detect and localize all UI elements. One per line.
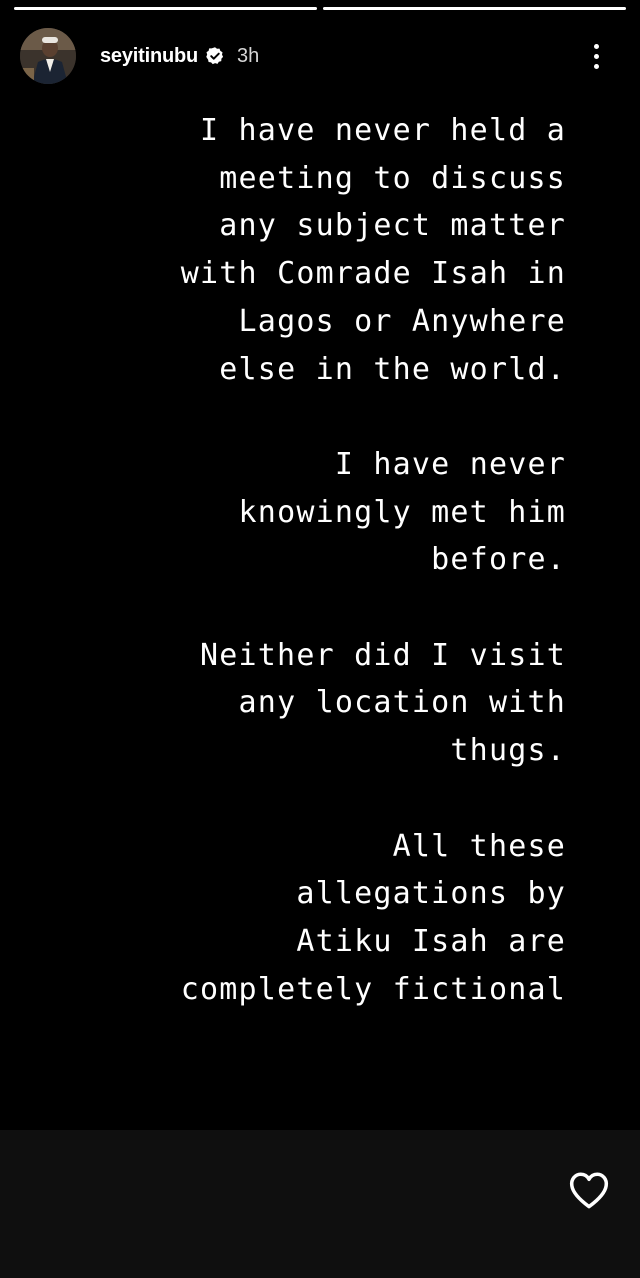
story-line: meeting to discuss — [219, 160, 566, 196]
avatar-photo — [20, 28, 76, 84]
more-vertical-icon-dot — [593, 53, 599, 59]
username[interactable]: seyitinubu — [100, 45, 198, 68]
more-vertical-icon-dot — [593, 63, 599, 69]
story-line: before. — [431, 542, 566, 578]
story-paragraph: I have never held a meeting to discuss a… — [86, 107, 566, 393]
more-vertical-icon — [593, 43, 599, 49]
story-line: completely fictional — [180, 971, 566, 1007]
story-line: Neither did I visit — [200, 637, 566, 673]
story-line: Atiku Isah are — [296, 923, 566, 959]
story-line: with Comrade Isah in — [180, 256, 566, 292]
progress-segment-1 — [14, 7, 317, 10]
story-paragraph: All these allegations by Atiku Isah are … — [86, 823, 566, 1014]
story-line: allegations by — [296, 876, 566, 912]
progress-segment-2 — [323, 7, 626, 10]
story-line: All these — [392, 828, 566, 864]
like-button[interactable] — [568, 1170, 610, 1210]
story-line: Lagos or Anywhere — [238, 303, 566, 339]
post-time: 3h — [237, 44, 260, 67]
heart-icon — [569, 1172, 609, 1209]
story-text: I have never held a meeting to discuss a… — [86, 107, 566, 1013]
story-paragraph: Neither did I visit any location with th… — [86, 632, 566, 775]
progress-fill-2 — [323, 7, 626, 10]
story-line: else in the world. — [219, 351, 566, 387]
story-line: any subject matter — [219, 208, 566, 244]
story-line: thugs. — [450, 733, 566, 769]
story-footer — [0, 1130, 640, 1278]
more-options-button[interactable] — [586, 38, 606, 74]
progress-fill-1 — [14, 7, 317, 10]
story-paragraph: I have never knowingly met him before. — [86, 441, 566, 584]
verified-badge-icon — [205, 46, 225, 66]
story-progress-bar — [14, 7, 626, 10]
story-header: seyitinubu 3h — [20, 28, 620, 84]
story-line: I have never held a — [200, 113, 566, 148]
avatar[interactable] — [20, 28, 76, 84]
story-line: any location with — [238, 685, 566, 721]
story-line: knowingly met him — [238, 494, 566, 530]
story-line: I have never — [334, 446, 566, 482]
